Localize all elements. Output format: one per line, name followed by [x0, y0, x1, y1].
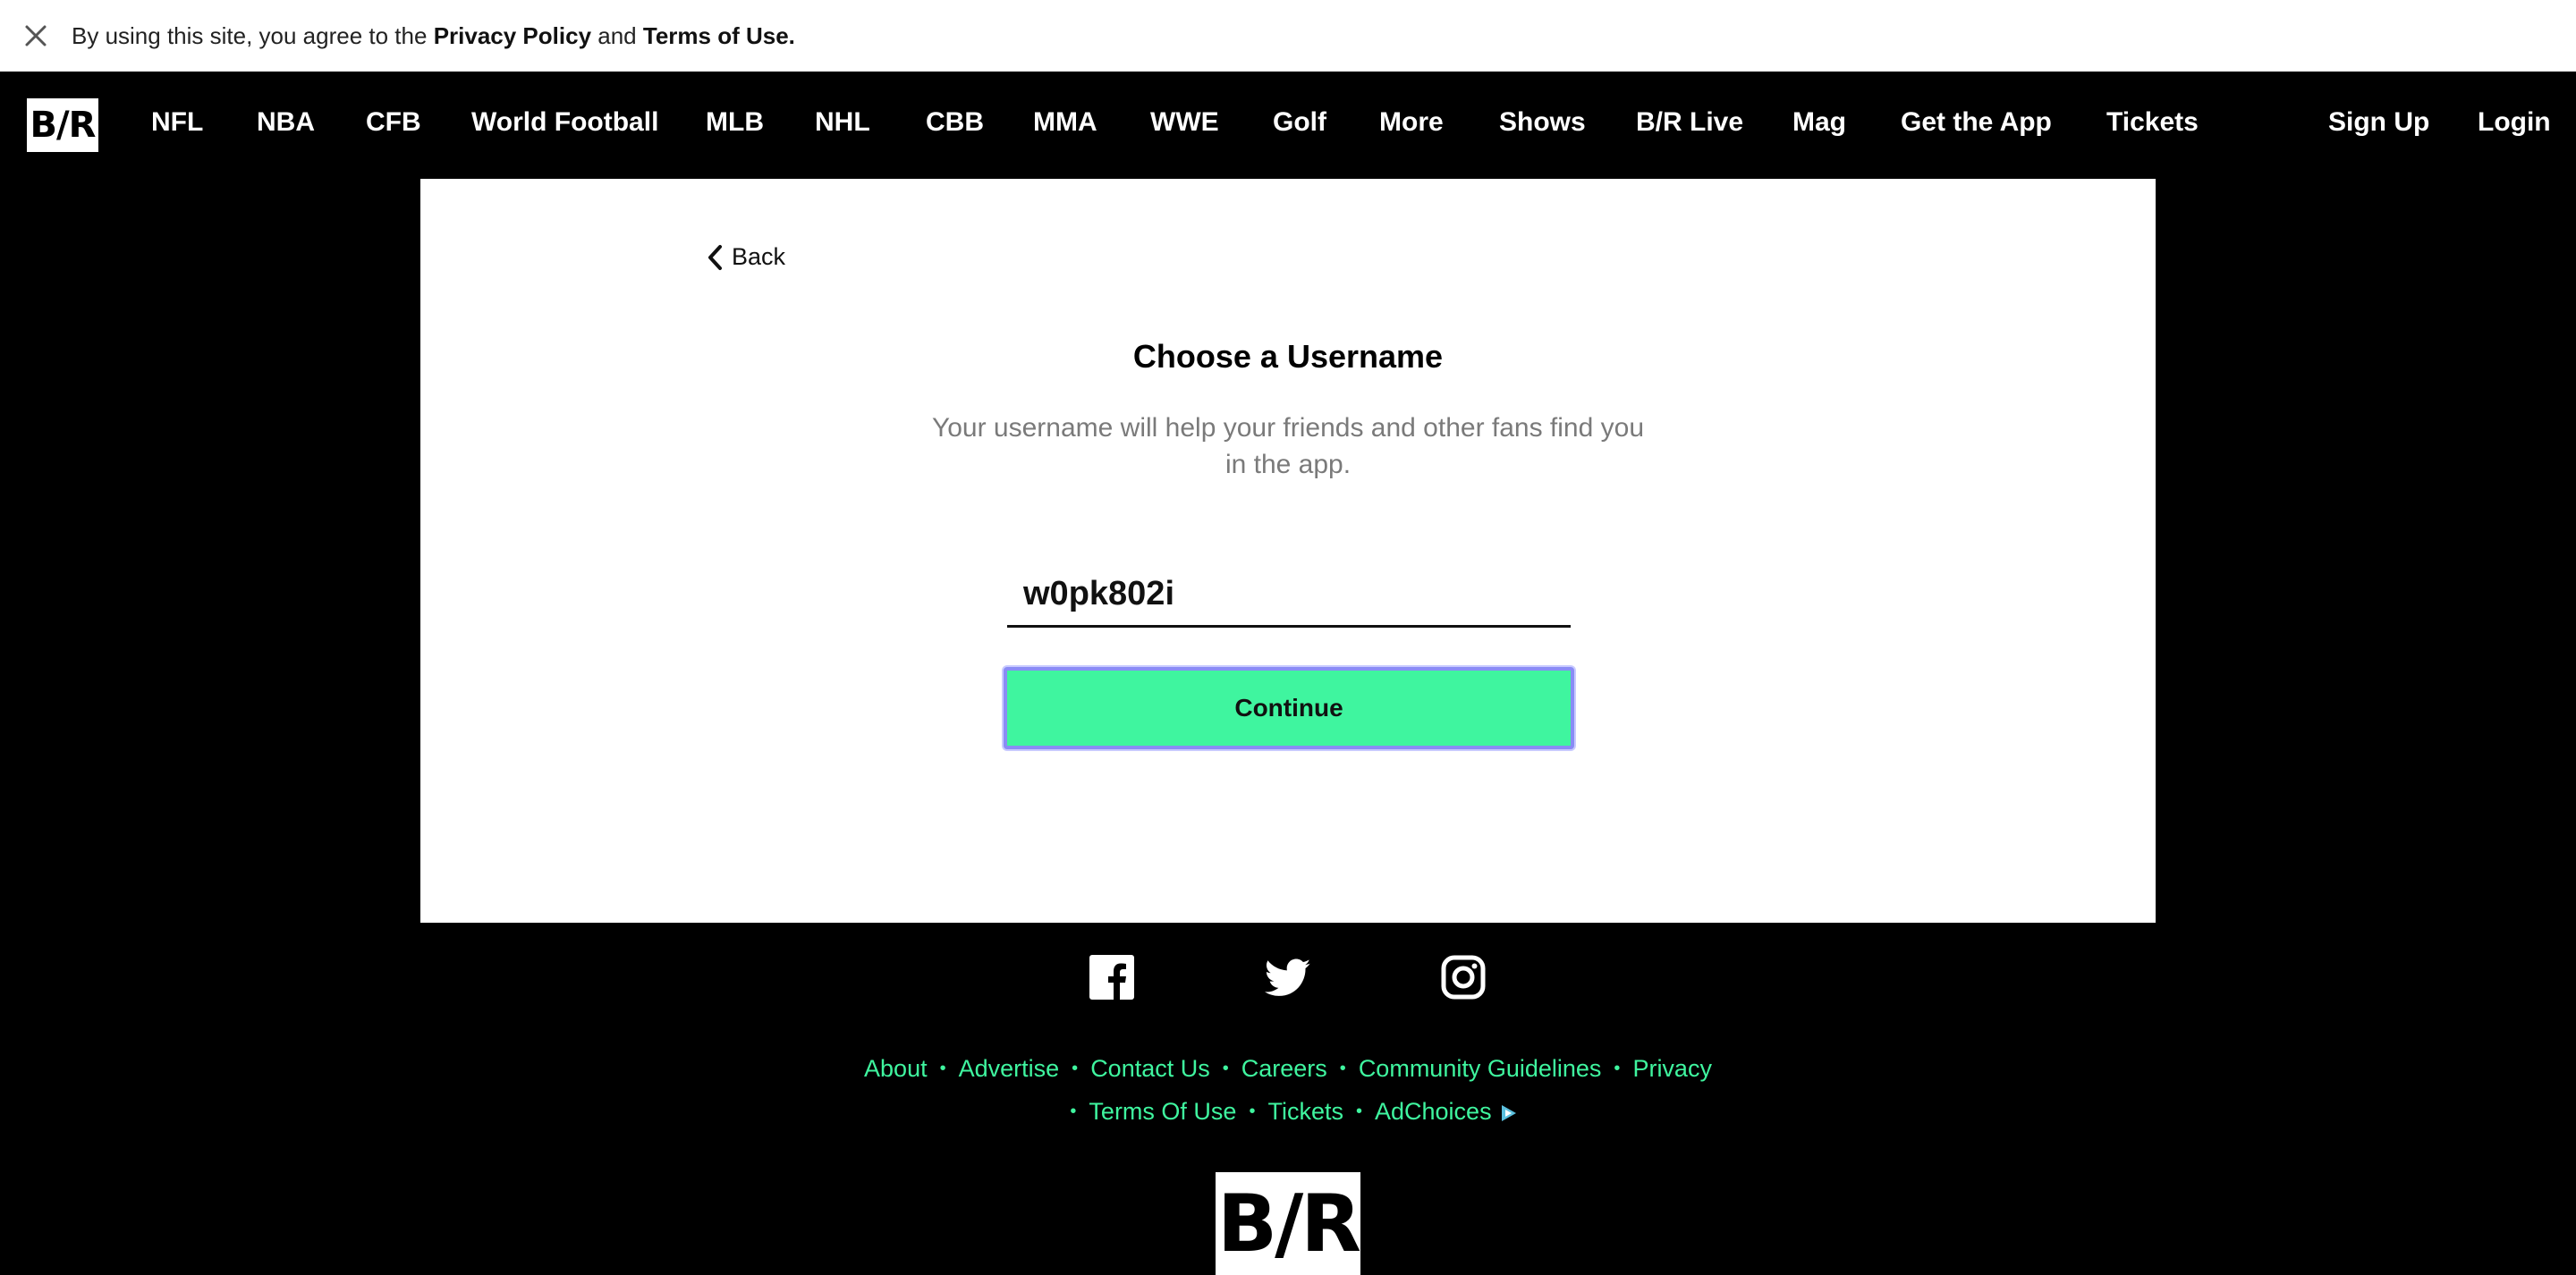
separator-dot: • — [1339, 1059, 1346, 1078]
nav-item-cfb[interactable]: CFB — [366, 107, 421, 138]
adchoices-icon[interactable] — [1499, 1102, 1519, 1121]
main-nav: B/R NFL NBA CFB World Football MLB NHL C… — [0, 72, 2576, 179]
footer-link-careers[interactable]: Careers — [1241, 1055, 1327, 1082]
consent-and: and — [597, 21, 637, 49]
back-button[interactable]: Back — [707, 243, 785, 271]
continue-button[interactable]: Continue — [1004, 667, 1574, 749]
username-field — [1007, 563, 1571, 628]
terms-of-use-link[interactable]: Terms of Use. — [643, 22, 795, 49]
chevron-left-icon — [708, 244, 722, 270]
nav-item-nfl[interactable]: NFL — [151, 107, 203, 138]
nav-item-mma[interactable]: MMA — [1033, 107, 1097, 138]
consent-prefix: By using this site, you agree to the — [72, 21, 428, 49]
nav-item-get-the-app[interactable]: Get the App — [1901, 107, 2052, 138]
footer-link-contact-us[interactable]: Contact Us — [1090, 1055, 1210, 1082]
footer-link-about[interactable]: About — [864, 1055, 928, 1082]
footer-br-logo[interactable]: B/R — [1216, 1172, 1361, 1275]
nav-item-tickets[interactable]: Tickets — [2106, 107, 2199, 138]
separator-dot: • — [1249, 1102, 1256, 1121]
nav-item-more[interactable]: More — [1379, 107, 1444, 138]
nav-item-nba[interactable]: NBA — [257, 107, 315, 138]
page-subtitle: Your username will help your friends and… — [931, 413, 1645, 479]
twitter-icon[interactable] — [1264, 955, 1311, 1002]
nav-item-cbb[interactable]: CBB — [926, 107, 984, 138]
nav-item-mag[interactable]: Mag — [1792, 107, 1846, 138]
instagram-icon[interactable] — [1441, 955, 1486, 1004]
footer-link-adchoices[interactable]: AdChoices — [1375, 1098, 1492, 1125]
nav-item-golf[interactable]: Golf — [1273, 107, 1326, 138]
nav-item-world-football[interactable]: World Football — [471, 107, 658, 138]
nav-item-nhl[interactable]: NHL — [815, 107, 870, 138]
footer-link-community-guidelines[interactable]: Community Guidelines — [1359, 1055, 1602, 1082]
username-card: Back Choose a Username Your username wil… — [420, 179, 2156, 923]
nav-item-shows[interactable]: Shows — [1499, 107, 1586, 138]
username-input[interactable] — [1007, 575, 1571, 613]
separator-dot: • — [1222, 1059, 1229, 1078]
separator-dot: • — [1614, 1059, 1621, 1078]
footer-link-tickets[interactable]: Tickets — [1267, 1098, 1343, 1125]
back-label: Back — [732, 243, 786, 270]
footer-link-privacy[interactable]: Privacy — [1632, 1055, 1712, 1082]
separator-dot: • — [1072, 1059, 1079, 1078]
nav-item-wwe[interactable]: WWE — [1150, 107, 1219, 138]
separator-dot: • — [1070, 1102, 1077, 1121]
separator-dot: • — [939, 1059, 946, 1078]
facebook-icon[interactable] — [1089, 955, 1134, 1004]
separator-dot: • — [1355, 1102, 1362, 1121]
sign-up-link[interactable]: Sign Up — [2328, 107, 2429, 138]
page-title: Choose a Username — [1132, 338, 1444, 375]
privacy-policy-link[interactable]: Privacy Policy — [434, 22, 591, 49]
footer-link-terms-of-use[interactable]: Terms Of Use — [1089, 1098, 1236, 1125]
consent-banner: By using this site, you agree to the Pri… — [0, 0, 2576, 72]
footer-links-row-1: About • Advertise • Contact Us • Careers • Commu… — [0, 1055, 2576, 1083]
consent-text: By using this site, you agree to the Pri… — [72, 22, 795, 50]
footer-links-row-2: • Terms Of Use • Tickets • AdChoices — [0, 1098, 2576, 1126]
nav-item-mlb[interactable]: MLB — [706, 107, 764, 138]
login-link[interactable]: Login — [2478, 107, 2551, 138]
close-icon[interactable] — [0, 0, 72, 72]
nav-item-br-live[interactable]: B/R Live — [1636, 107, 1743, 138]
br-logo[interactable]: B/R — [27, 98, 98, 152]
footer-link-advertise[interactable]: Advertise — [959, 1055, 1060, 1082]
